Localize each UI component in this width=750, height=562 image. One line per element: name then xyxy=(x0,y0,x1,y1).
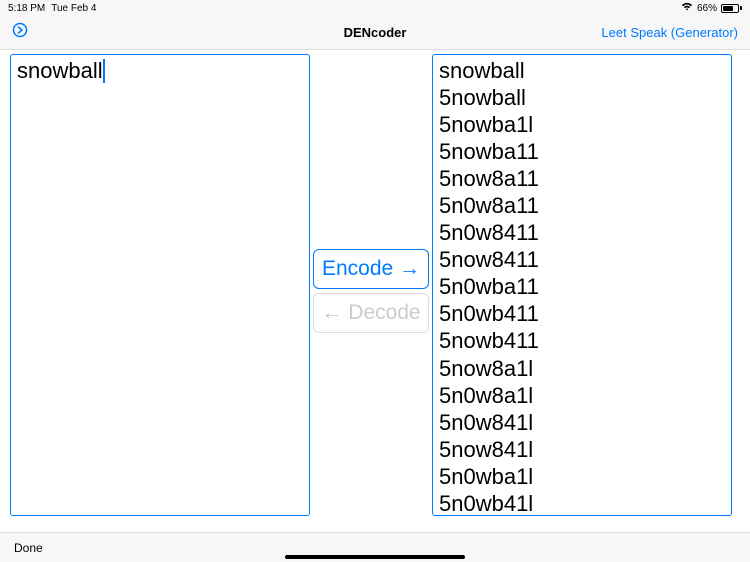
wifi-icon xyxy=(681,2,693,14)
output-line: 5now8a1l xyxy=(439,355,725,382)
main-content: snowball Encode → ← Decode snowball5nowb… xyxy=(0,50,750,532)
input-textarea[interactable]: snowball xyxy=(10,54,310,516)
output-line: 5now8411 xyxy=(439,246,725,273)
nav-bar: DENcoder Leet Speak (Generator) xyxy=(0,16,750,50)
output-line: 5now841l xyxy=(439,436,725,463)
output-line: 5nowball xyxy=(439,84,725,111)
action-column: Encode → ← Decode xyxy=(310,50,432,532)
status-time: 5:18 PM xyxy=(8,3,45,14)
output-line: 5n0w841l xyxy=(439,409,725,436)
battery-icon xyxy=(721,4,742,13)
output-line: 5n0wba11 xyxy=(439,273,725,300)
text-caret xyxy=(103,59,105,83)
output-line: 5n0w8a11 xyxy=(439,192,725,219)
output-line: 5nowba11 xyxy=(439,138,725,165)
mode-link[interactable]: Leet Speak (Generator) xyxy=(601,25,738,40)
back-icon[interactable] xyxy=(12,22,28,43)
output-line: 5n0wb411 xyxy=(439,300,725,327)
page-title: DENcoder xyxy=(344,25,407,40)
output-line: 5n0w8411 xyxy=(439,219,725,246)
done-button[interactable]: Done xyxy=(14,541,43,555)
battery-percentage: 66% xyxy=(697,3,717,14)
status-date: Tue Feb 4 xyxy=(51,3,96,14)
output-line: 5now8a11 xyxy=(439,165,725,192)
output-line: 5n0w8a1l xyxy=(439,382,725,409)
status-bar: 5:18 PM Tue Feb 4 66% xyxy=(0,0,750,16)
input-text: snowball xyxy=(17,58,103,83)
output-line: 5n0wb41l xyxy=(439,490,725,516)
output-line: 5nowb411 xyxy=(439,327,725,354)
output-line: 5nowba1l xyxy=(439,111,725,138)
home-indicator[interactable] xyxy=(285,555,465,559)
encode-button[interactable]: Encode → xyxy=(313,249,429,289)
output-line: snowball xyxy=(439,57,725,84)
output-textarea[interactable]: snowball5nowball5nowba1l5nowba115now8a11… xyxy=(432,54,732,516)
decode-button[interactable]: ← Decode xyxy=(313,293,429,333)
output-line: 5n0wba1l xyxy=(439,463,725,490)
